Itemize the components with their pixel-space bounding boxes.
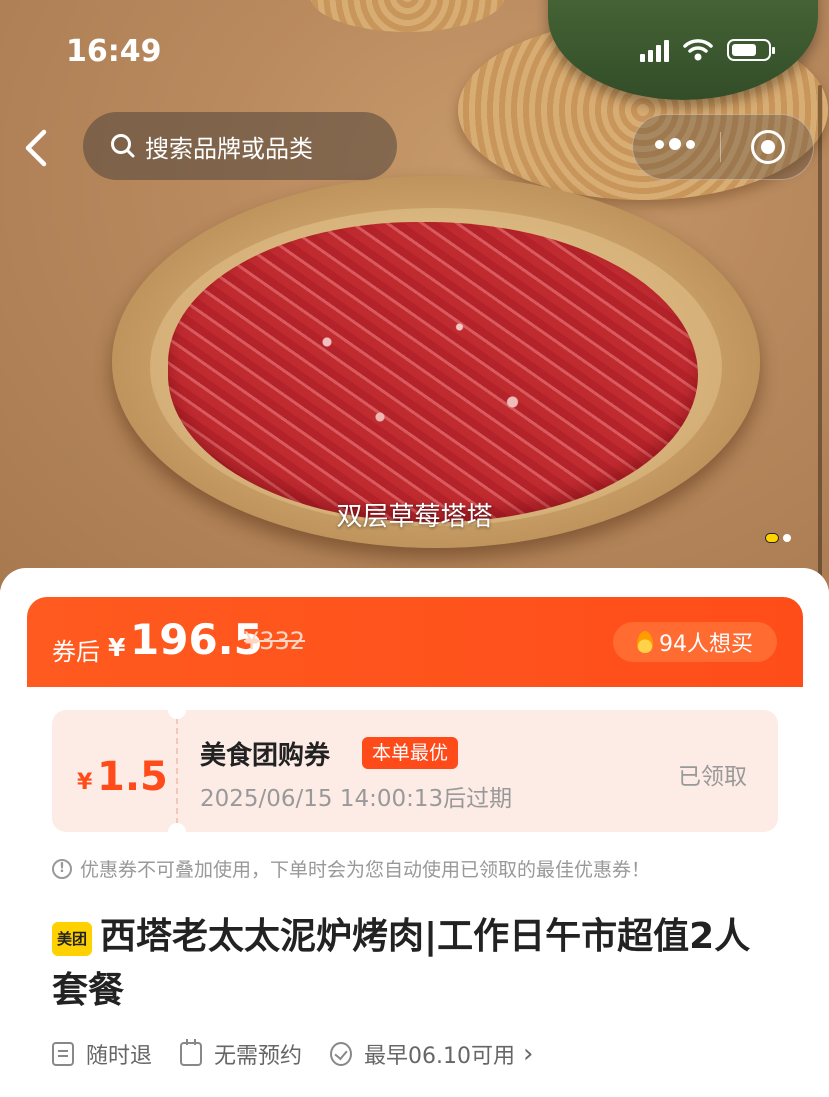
meituan-logo-icon: 美团: [52, 922, 92, 956]
original-price: ¥332: [244, 627, 306, 655]
deal-title: 美团 西塔老太太泥炉烤肉|工作日午市超值2人套餐: [52, 910, 752, 1018]
document-icon: [52, 1042, 74, 1066]
deal-title-text: 西塔老太太泥炉烤肉|工作日午市超值2人套餐: [52, 916, 751, 1011]
coupon-card[interactable]: ¥ 1.5 美食团购券 本单最优 2025/06/15 14:00:13后过期 …: [52, 710, 778, 832]
after-coupon-label: 券后: [52, 638, 100, 666]
battery-icon: [727, 39, 775, 61]
info-icon: !: [52, 858, 72, 879]
tag-no-reservation: 无需预约: [180, 1038, 302, 1070]
deal-tags[interactable]: 随时退 无需预约 最早06.10可用 ›: [52, 1038, 561, 1070]
beef-slices-image: [168, 222, 698, 522]
coupon-notice: ! 优惠券不可叠加使用，下单时会为您自动使用已领取的最佳优惠券！: [52, 855, 650, 882]
status-icons: [640, 38, 775, 62]
coupon-title: 美食团购券: [200, 741, 331, 771]
coupon-currency: ¥: [77, 770, 93, 795]
chevron-right-icon: ›: [523, 1039, 534, 1069]
price-value: 196.5: [130, 615, 263, 664]
product-image-carousel[interactable]: 双层草莓塔塔: [0, 0, 829, 590]
coupon-expiry: 2025/06/15 14:00:13后过期: [200, 786, 513, 812]
chevron-left-icon: [25, 129, 47, 167]
coupon-status[interactable]: 已领取: [678, 757, 747, 791]
wifi-icon: [683, 39, 713, 61]
close-program-icon[interactable]: [751, 130, 785, 164]
flame-icon: [637, 631, 653, 653]
more-icon[interactable]: [655, 138, 695, 150]
coupon-amount: 1.5: [97, 754, 168, 800]
best-deal-badge: 本单最优: [362, 737, 459, 769]
price-currency: ¥: [108, 633, 126, 662]
check-circle-icon: [330, 1042, 353, 1066]
tag-available-date: 最早06.10可用 ›: [330, 1038, 533, 1070]
tag-refund: 随时退: [52, 1038, 152, 1070]
status-time: 16:49: [66, 34, 162, 69]
wicker-mat-image: [310, 0, 505, 32]
search-bar[interactable]: 搜索品牌或品类: [83, 112, 397, 180]
signal-icon: [640, 38, 669, 62]
calendar-icon: [180, 1039, 203, 1066]
scrollbar[interactable]: [818, 85, 822, 655]
carousel-indicator: [765, 533, 791, 543]
image-caption: 双层草莓塔塔: [336, 502, 493, 532]
back-button[interactable]: [22, 128, 62, 168]
search-icon: [111, 134, 135, 158]
want-count-badge: 94人想买: [613, 622, 777, 662]
search-placeholder: 搜索品牌或品类: [145, 134, 313, 163]
